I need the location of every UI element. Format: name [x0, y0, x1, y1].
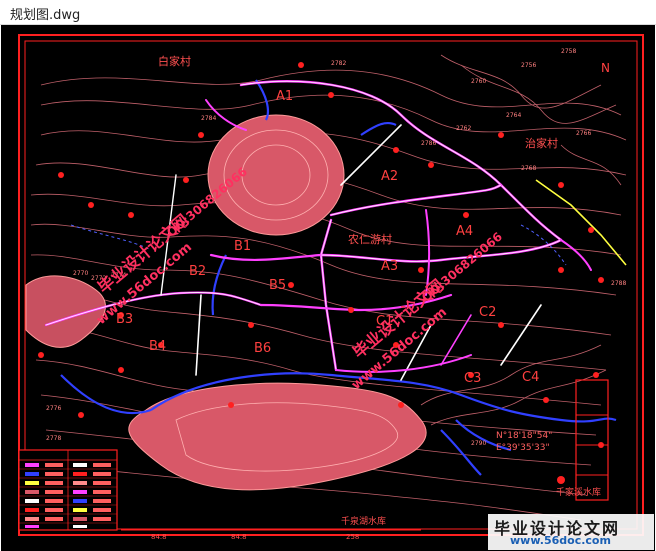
reservoir-grid — [576, 414, 608, 476]
place-label-baijia: 白家村 — [158, 54, 191, 68]
svg-text:2782: 2782 — [331, 60, 346, 67]
area-label-a4: A4 — [456, 224, 473, 239]
place-label-nongren: 农仁游村 — [348, 232, 392, 246]
area-label-b4: B4 — [149, 339, 166, 354]
svg-text:84.8: 84.8 — [151, 533, 167, 541]
svg-text:2776: 2776 — [46, 405, 61, 412]
watermark-bottom-banner: 毕业设计论文网 www.56doc.com — [488, 514, 654, 550]
cad-drawing-canvas[interactable]: A1 A2 A3 A4 B1 B2 B3 B4 B5 B6 C1 C2 C3 C… — [1, 25, 655, 551]
area-label-c4: C4 — [522, 370, 539, 385]
place-label-qianjia: 千家溪水库 — [556, 486, 601, 498]
svg-text:258: 258 — [346, 533, 359, 541]
svg-text:QQ:306826066: QQ:306826066 — [419, 230, 505, 305]
svg-text:2760: 2760 — [471, 78, 486, 85]
area-label-c2: C2 — [479, 305, 496, 320]
area-label-b1: B1 — [234, 239, 251, 254]
window-title: 规划图.dwg — [10, 8, 81, 23]
reservoir-structure — [575, 379, 609, 501]
place-label-zhijia: 治家村 — [525, 136, 558, 150]
legend-box — [18, 449, 118, 531]
svg-text:2764: 2764 — [506, 112, 521, 119]
north-label: N — [601, 61, 610, 75]
road-network — [44, 80, 592, 381]
area-label-b2: B2 — [189, 264, 206, 279]
area-label-c3: C3 — [464, 371, 481, 386]
place-label-qianquan: 千泉湖水库 — [341, 515, 386, 527]
coordinate-note-2: E°39'35'33" — [496, 443, 550, 453]
watermark-bottom-url: www.56doc.com — [510, 534, 611, 547]
svg-text:2756: 2756 — [521, 62, 536, 69]
svg-text:2788: 2788 — [611, 280, 626, 287]
hill-lower — [128, 382, 427, 491]
svg-text:2768: 2768 — [521, 165, 536, 172]
svg-text:2758: 2758 — [561, 48, 576, 55]
area-label-a3: A3 — [381, 259, 398, 274]
svg-text:2770: 2770 — [73, 270, 88, 277]
drawing-svg: A1 A2 A3 A4 B1 B2 B3 B4 B5 B6 C1 C2 C3 C… — [18, 34, 644, 541]
area-label-b5: B5 — [269, 278, 286, 293]
hill-left — [25, 275, 106, 348]
svg-text:84.8: 84.8 — [231, 533, 247, 541]
svg-text:2762: 2762 — [456, 125, 471, 132]
area-label-a1: A1 — [276, 89, 293, 104]
title-bar: 规划图.dwg — [0, 0, 656, 25]
area-label-a2: A2 — [381, 169, 398, 184]
boundary-line-yellow — [535, 179, 627, 266]
svg-text:2786: 2786 — [421, 140, 436, 147]
coordinate-note: N°18'18"54" — [496, 431, 552, 441]
svg-text:2778: 2778 — [46, 435, 61, 442]
svg-text:2784: 2784 — [201, 115, 216, 122]
area-label-b6: B6 — [254, 341, 271, 356]
svg-text:2766: 2766 — [576, 130, 591, 137]
svg-text:2790: 2790 — [471, 440, 486, 447]
